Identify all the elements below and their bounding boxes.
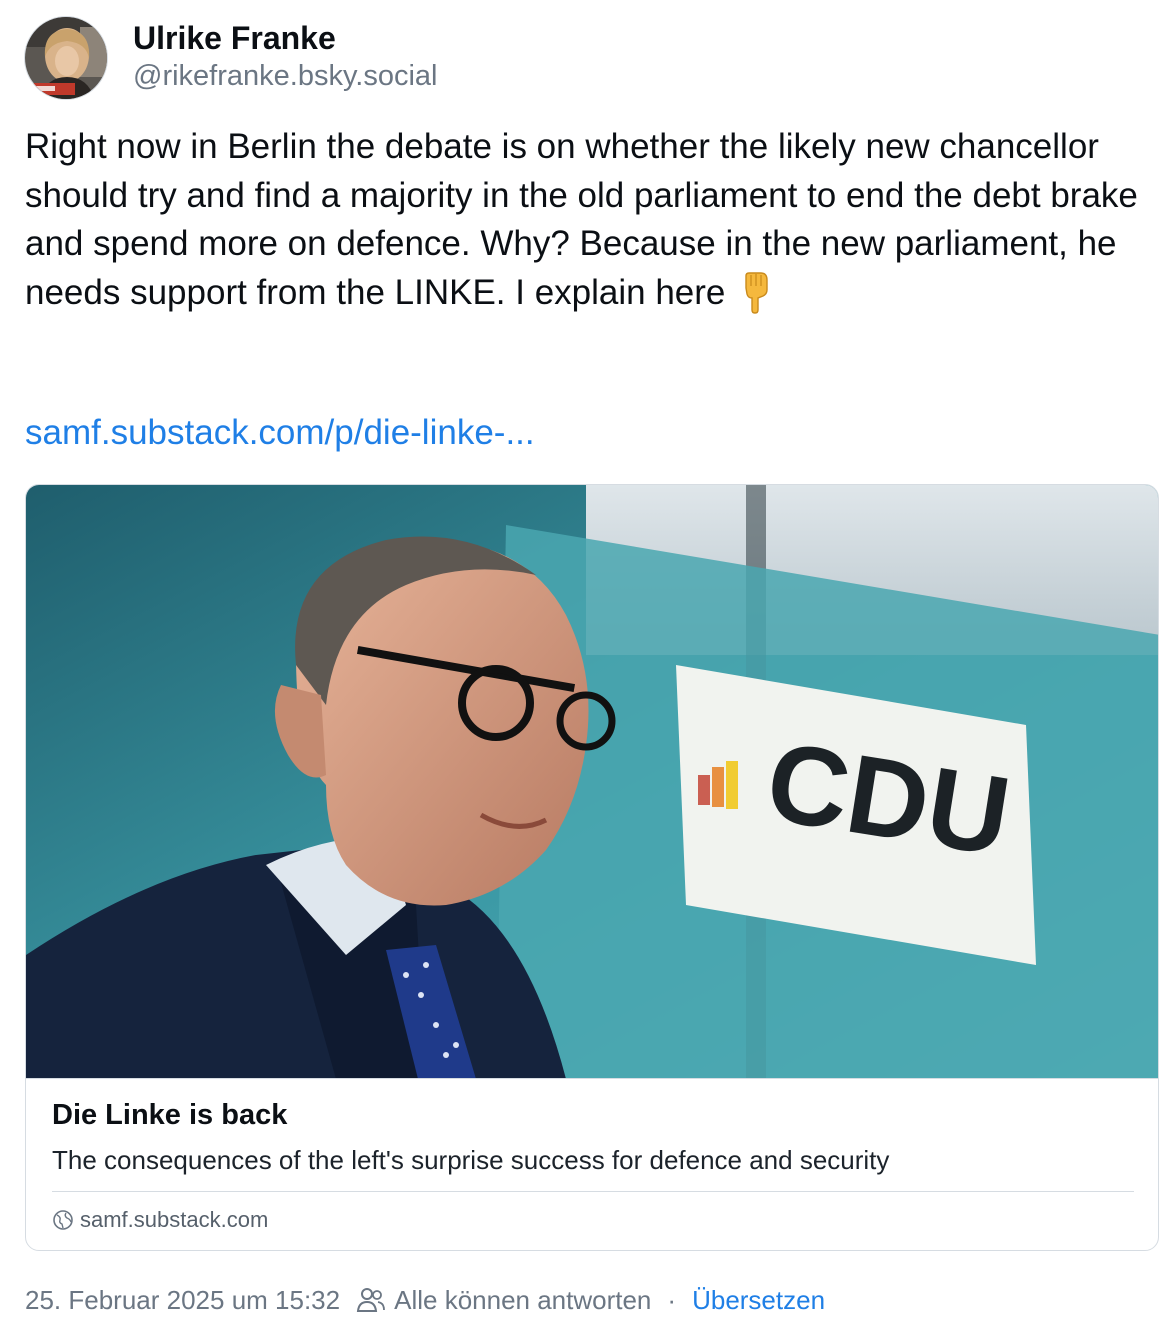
people-icon bbox=[356, 1288, 386, 1312]
post-text-body: Right now in Berlin the debate is on whe… bbox=[25, 127, 1138, 312]
link-card-description: The consequences of the left's surprise … bbox=[52, 1145, 890, 1175]
author-display-name[interactable]: Ulrike Franke bbox=[133, 20, 336, 57]
post: Ulrike Franke @rikefranke.bsky.social Ri… bbox=[0, 0, 1172, 1315]
post-meta: 25. Februar 2025 um 15:32 Alle können an… bbox=[25, 1282, 825, 1318]
post-external-link[interactable]: samf.substack.com/p/die-linke-... bbox=[25, 413, 535, 453]
avatar[interactable] bbox=[24, 16, 108, 100]
post-timestamp[interactable]: 25. Februar 2025 um 15:32 bbox=[25, 1285, 340, 1316]
link-card-divider bbox=[52, 1191, 1134, 1192]
link-card-image: CDU bbox=[26, 485, 1158, 1079]
link-card-title: Die Linke is back bbox=[52, 1099, 288, 1131]
link-card-domain: samf.substack.com bbox=[52, 1205, 268, 1235]
link-preview-card[interactable]: CDU Die Linke is back The consequences o… bbox=[25, 484, 1159, 1251]
pointing-down-emoji-icon bbox=[737, 271, 773, 314]
globe-icon bbox=[53, 1210, 73, 1230]
article-photo-icon: CDU bbox=[26, 485, 1158, 1078]
link-card-domain-text: samf.substack.com bbox=[80, 1207, 269, 1232]
author-handle[interactable]: @rikefranke.bsky.social bbox=[133, 60, 438, 93]
profile-photo-icon bbox=[25, 17, 107, 99]
post-text: Right now in Berlin the debate is on whe… bbox=[25, 123, 1165, 317]
reply-setting: Alle können antworten bbox=[394, 1284, 652, 1315]
translate-link[interactable]: Übersetzen bbox=[692, 1285, 825, 1316]
post-header: Ulrike Franke @rikefranke.bsky.social bbox=[24, 14, 724, 104]
meta-separator: · bbox=[667, 1284, 677, 1315]
